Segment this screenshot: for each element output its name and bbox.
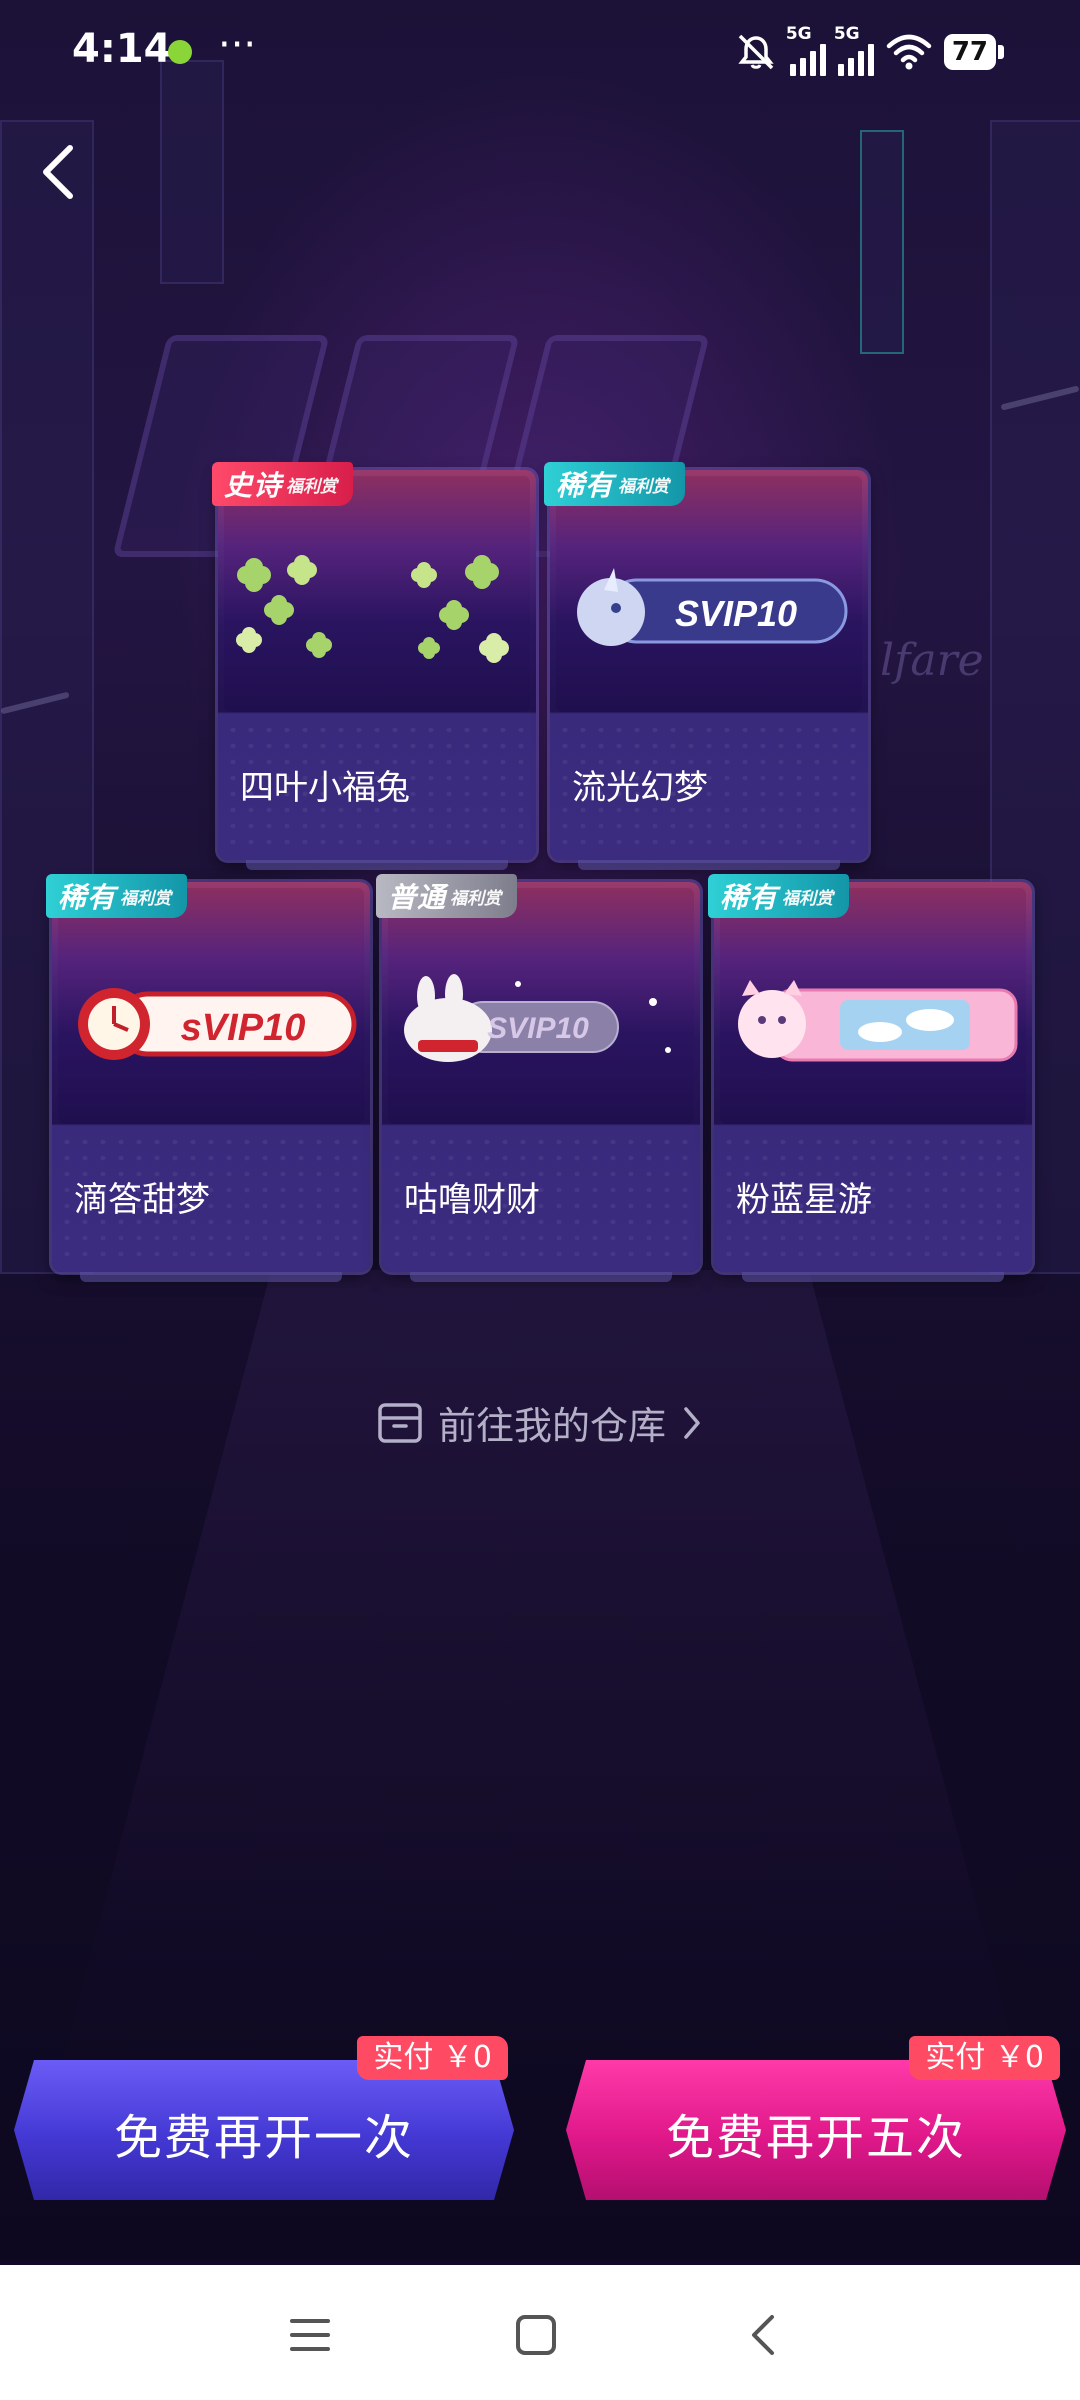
back-triangle-icon (752, 2315, 774, 2355)
unicorn-svip-badge-icon: SVIP10 (556, 550, 862, 670)
bg-welfare-script: lfare (880, 635, 984, 686)
signal-strength-icon: 5G (834, 24, 874, 76)
status-icons: 5G 5G 77 (734, 24, 1004, 76)
rarity-badge-rare: 稀有 福利赏 (708, 874, 850, 918)
status-bar: 4:14 ··· 5G 5G 77 (0, 0, 1080, 104)
prize-card[interactable]: 稀有 福利赏 SVIP10 流光幻梦 (544, 462, 868, 870)
signal-strength-icon: 5G (786, 24, 826, 76)
open-once-label: 免费再开一次 (113, 2110, 414, 2166)
wifi-icon (886, 34, 932, 70)
go-to-warehouse-link[interactable]: 前往我的仓库 (0, 1395, 1080, 1450)
camera-indicator-icon (168, 40, 192, 64)
chevron-left-icon (43, 145, 73, 199)
mute-bell-icon (738, 34, 774, 70)
home-button[interactable] (506, 2305, 566, 2365)
prize-name: 粉蓝星游 (736, 1180, 872, 1220)
prize-name: 咕噜财财 (404, 1180, 540, 1220)
svg-text:SVIP10: SVIP10 (487, 1012, 589, 1045)
svg-text:sVIP10: sVIP10 (181, 1007, 306, 1049)
svg-text:SVIP10: SVIP10 (675, 593, 797, 634)
game-console-badge-icon (720, 962, 1026, 1082)
battery-icon: 77 (943, 34, 1004, 70)
prize-name: 四叶小福兔 (240, 768, 410, 808)
home-square-icon (516, 2315, 556, 2355)
bg-floor (60, 1270, 1020, 2070)
open-once-button[interactable]: 免费再开一次 实付 ￥0 (14, 2036, 514, 2200)
price-tag: 实付 ￥0 (357, 2036, 508, 2080)
clock-svip-badge-icon: sVIP10 (58, 962, 364, 1082)
open-five-label: 免费再开五次 (665, 2110, 966, 2166)
more-notifications-icon: ··· (218, 22, 257, 68)
rarity-badge-epic: 史诗 福利赏 (212, 462, 354, 506)
rarity-badge-common: 普通 福利赏 (376, 874, 518, 918)
system-back-button[interactable] (734, 2305, 794, 2365)
action-bar: 免费再开一次 实付 ￥0 免费再开五次 实付 ￥0 (0, 2010, 1080, 2260)
prize-name: 滴答甜梦 (74, 1180, 210, 1220)
status-time: 4:14 (72, 26, 172, 72)
prize-card[interactable]: 普通 福利赏 SVIP10 咕噜财财 (376, 874, 700, 1282)
warehouse-box-icon (378, 1402, 422, 1443)
menu-icon (290, 2319, 330, 2351)
rarity-badge-rare: 稀有 福利赏 (46, 874, 188, 918)
bg-neon-sign-right (860, 130, 904, 354)
system-navigation-bar (0, 2265, 1080, 2400)
recent-apps-button[interactable] (280, 2305, 340, 2365)
prize-card[interactable]: 稀有 福利赏 粉蓝星游 (708, 874, 1032, 1282)
bunny-svip-badge-icon: SVIP10 (388, 962, 694, 1082)
price-tag: 实付 ￥0 (909, 2036, 1060, 2080)
chevron-right-icon (684, 1406, 700, 1439)
prize-name: 流光幻梦 (572, 768, 708, 808)
open-five-button[interactable]: 免费再开五次 实付 ￥0 (566, 2036, 1066, 2200)
prize-card[interactable]: 史诗 福利赏 四叶小福兔 (212, 462, 536, 870)
prize-card[interactable]: 稀有 福利赏 sVIP10 滴答甜梦 (46, 874, 370, 1282)
rarity-badge-rare: 稀有 福利赏 (544, 462, 686, 506)
four-leaf-clover-icon (224, 550, 530, 670)
back-button[interactable] (30, 140, 90, 204)
warehouse-link-label: 前往我的仓库 (437, 1404, 666, 1448)
